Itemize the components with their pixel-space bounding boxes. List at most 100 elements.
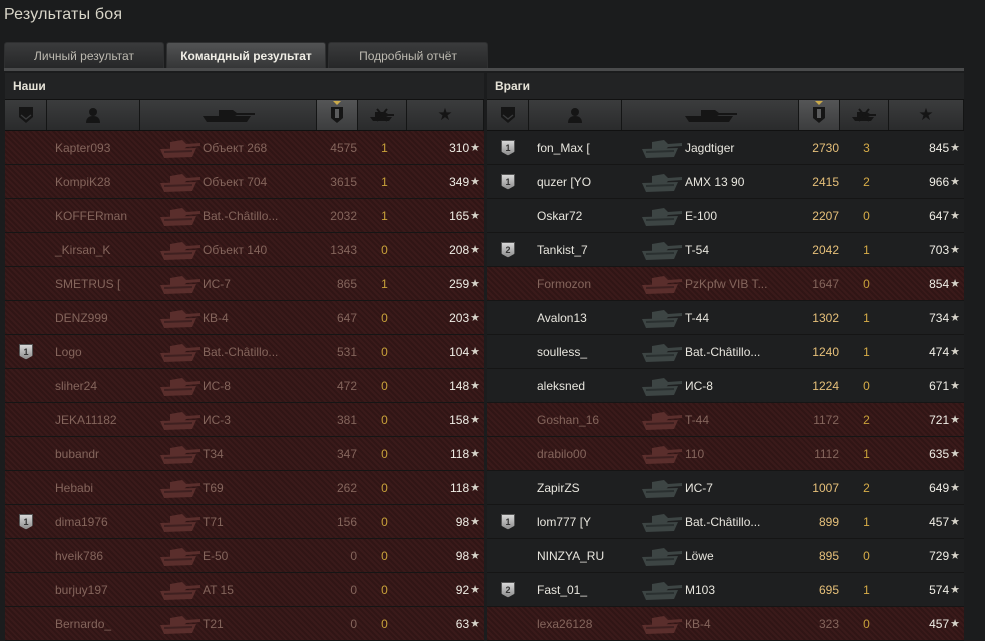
player-name[interactable]: lom777 [Y: [529, 505, 637, 538]
player-row[interactable]: bubandr T34 347 0 118 ★: [5, 437, 484, 471]
player-row[interactable]: aleksned ИС-8 1224 0 671 ★: [487, 369, 964, 403]
player-name[interactable]: Oskar72: [529, 199, 637, 232]
player-row[interactable]: 1 Logo Bat.-Châtillo... 531 0 104 ★: [5, 335, 484, 369]
player-row[interactable]: KOFFERman Bat.-Châtillo... 2032 1 165 ★: [5, 199, 484, 233]
player-row[interactable]: Formozon PzKpfw VIB T... 1647 0 854 ★: [487, 267, 964, 301]
player-name[interactable]: KOFFERman: [47, 199, 155, 232]
player-row[interactable]: lexa26128 КВ-4 323 0 457 ★: [487, 607, 964, 641]
player-row[interactable]: ZapirZS ИС-7 1007 2 649 ★: [487, 471, 964, 505]
tab-team-result[interactable]: Командный результат: [166, 42, 326, 68]
damage-column-header[interactable]: [317, 100, 358, 130]
kills-column-header[interactable]: [358, 100, 407, 130]
player-row[interactable]: NINZYA_RU Löwe 895 0 729 ★: [487, 539, 964, 573]
player-name[interactable]: lexa26128: [529, 607, 637, 640]
tab-personal-result[interactable]: Личный результат: [4, 42, 164, 68]
damage-value: 347: [336, 446, 357, 461]
player-column-header[interactable]: [529, 100, 622, 130]
player-row[interactable]: sliher24 ИС-8 472 0 148 ★: [5, 369, 484, 403]
player-name[interactable]: SMETRUS [: [47, 267, 155, 300]
player-row[interactable]: Goshan_16 T-44 1172 2 721 ★: [487, 403, 964, 437]
tank-column-header[interactable]: [140, 100, 317, 130]
player-row[interactable]: Hebabi T69 262 0 118 ★: [5, 471, 484, 505]
tank-icon-cell: [155, 607, 203, 640]
player-name[interactable]: sliher24: [47, 369, 155, 402]
badge-cell: [5, 403, 47, 436]
xp-column-header[interactable]: ★: [889, 100, 964, 130]
damage-value: 0: [350, 616, 357, 631]
player-row[interactable]: 1 fon_Max [Jagdtiger 2730 3 845 ★: [487, 131, 964, 165]
player-name[interactable]: NINZYA_RU: [529, 539, 637, 572]
xp-value: 118: [449, 480, 470, 495]
player-row[interactable]: Avalon13 T-44 1302 1 734 ★: [487, 301, 964, 335]
badge-cell: [5, 369, 47, 402]
kills-value: 2: [863, 174, 870, 189]
player-name[interactable]: DENZ999: [47, 301, 155, 334]
player-name[interactable]: Bernardo_: [47, 607, 155, 640]
tab-detailed-report[interactable]: Подробный отчёт: [328, 42, 488, 68]
xp-star-icon: ★: [470, 414, 480, 426]
badge-cell: [5, 573, 47, 606]
player-name[interactable]: ZapirZS: [529, 471, 637, 504]
player-row[interactable]: DENZ999 КВ-4 647 0 203 ★: [5, 301, 484, 335]
player-row[interactable]: JEKA11182 ИС-3 381 0 158 ★: [5, 403, 484, 437]
player-name[interactable]: Goshan_16: [529, 403, 637, 436]
tank-icon: [642, 241, 682, 260]
tank-icon: [642, 547, 682, 566]
kills-value: 0: [381, 582, 388, 597]
player-row[interactable]: Kapter093 Объект 268 4575 1 310 ★: [5, 131, 484, 165]
player-row[interactable]: KompiK28 Объект 704 3615 1 349 ★: [5, 165, 484, 199]
player-name[interactable]: bubandr: [47, 437, 155, 470]
player-name[interactable]: _Kirsan_K: [47, 233, 155, 266]
tank-icon-cell: [637, 369, 685, 402]
player-name[interactable]: burjuy197: [47, 573, 155, 606]
kills-value: 3: [863, 140, 870, 155]
player-row[interactable]: soulless_ Bat.-Châtillo... 1240 1 474 ★: [487, 335, 964, 369]
player-row[interactable]: 1 quzer [YO AMX 13 90 2415 2 966 ★: [487, 165, 964, 199]
xp-column-header[interactable]: ★: [407, 100, 484, 130]
player-row[interactable]: 2 Fast_01_ M103 695 1 574 ★: [487, 573, 964, 607]
player-name[interactable]: drabilo00: [529, 437, 637, 470]
player-row[interactable]: Oskar72 E-100 2207 0 647 ★: [487, 199, 964, 233]
tank-column-header[interactable]: [622, 100, 799, 130]
player-row[interactable]: 1 dima1976 T71 156 0 98 ★: [5, 505, 484, 539]
player-name[interactable]: Tankist_7: [529, 233, 637, 266]
damage-column-header[interactable]: [799, 100, 840, 130]
player-name[interactable]: Avalon13: [529, 301, 637, 334]
tank-name: PzKpfw VIB T...: [685, 276, 768, 291]
badge-cell: [5, 471, 47, 504]
kills-column-header[interactable]: [840, 100, 889, 130]
player-row[interactable]: burjuy197 AT 15 0 0 92 ★: [5, 573, 484, 607]
player-row[interactable]: 1 lom777 [Y Bat.-Châtillo... 899 1 457 ★: [487, 505, 964, 539]
player-name[interactable]: KompiK28: [47, 165, 155, 198]
player-row[interactable]: _Kirsan_K Объект 140 1343 0 208 ★: [5, 233, 484, 267]
player-name[interactable]: quzer [YO: [529, 165, 637, 198]
player-name[interactable]: aleksned: [529, 369, 637, 402]
player-name[interactable]: Formozon: [529, 267, 637, 300]
player-row[interactable]: Bernardo_ T21 0 0 63 ★: [5, 607, 484, 641]
player-column-header[interactable]: [47, 100, 140, 130]
player-row[interactable]: 2 Tankist_7 T-54 2042 1 703 ★: [487, 233, 964, 267]
player-name[interactable]: hveik786: [47, 539, 155, 572]
badge-column-header[interactable]: [487, 100, 529, 130]
player-name[interactable]: Hebabi: [47, 471, 155, 504]
player-name[interactable]: soulless_: [529, 335, 637, 368]
player-name[interactable]: dima1976: [47, 505, 155, 538]
xp-value: 148: [449, 378, 470, 393]
xp-value: 104: [449, 344, 470, 359]
badge-cell: 1: [487, 165, 529, 198]
tank-icon-cell: [155, 199, 203, 232]
xp-value: 158: [449, 412, 470, 427]
badge-column-header[interactable]: [5, 100, 47, 130]
player-name[interactable]: JEKA11182: [47, 403, 155, 436]
xp-cell: 118 ★: [412, 471, 484, 504]
player-name[interactable]: Fast_01_: [529, 573, 637, 606]
xp-cell: 457 ★: [894, 607, 964, 640]
player-name[interactable]: fon_Max [: [529, 131, 637, 164]
player-row[interactable]: SMETRUS [ИС-7 865 1 259 ★: [5, 267, 484, 301]
xp-value: 574: [929, 582, 950, 597]
player-name[interactable]: Kapter093: [47, 131, 155, 164]
player-row[interactable]: drabilo00 110 1112 1 635 ★: [487, 437, 964, 471]
tank-icon: [642, 309, 682, 328]
player-name[interactable]: Logo: [47, 335, 155, 368]
player-row[interactable]: hveik786 E-50 0 0 98 ★: [5, 539, 484, 573]
